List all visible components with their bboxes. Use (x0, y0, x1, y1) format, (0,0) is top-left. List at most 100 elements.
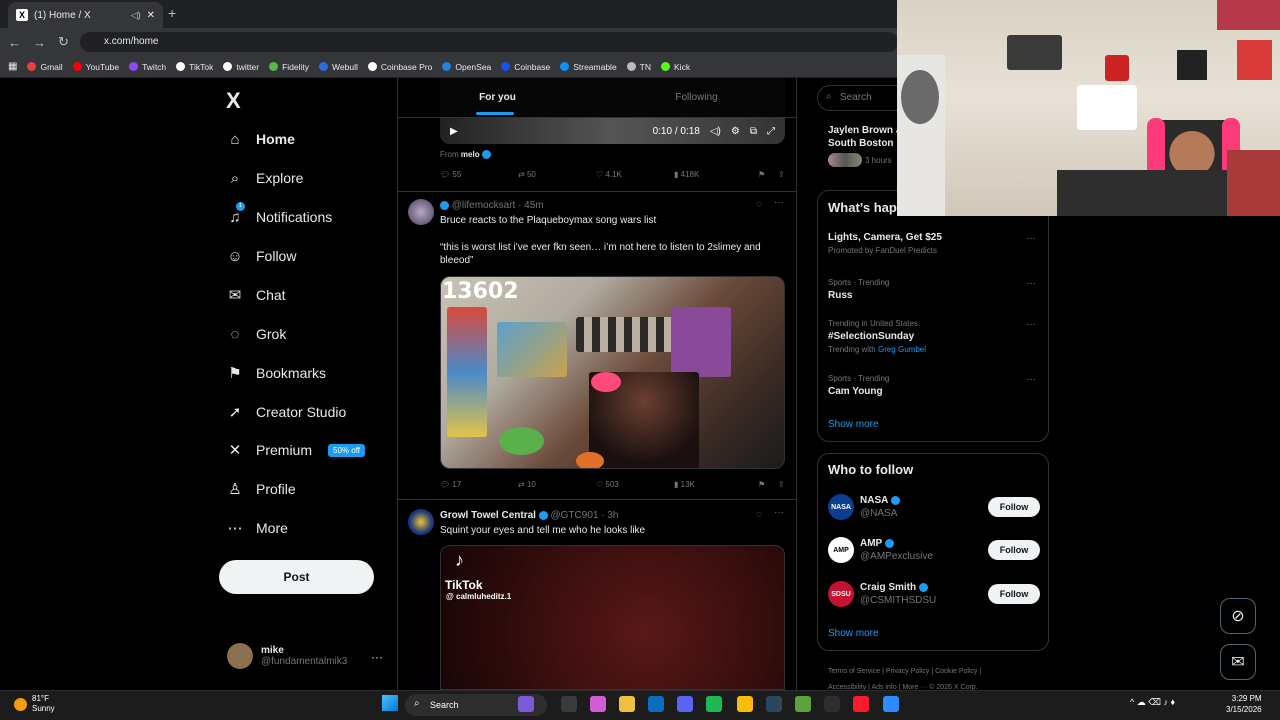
trend-item[interactable]: Sports · Trending Cam Young (828, 374, 889, 400)
bookmark-streamable[interactable]: Streamable (560, 62, 617, 72)
bookmark-coinbase[interactable]: Coinbase (501, 62, 550, 72)
messages-fab-icon[interactable]: ✉ (1220, 644, 1256, 680)
post-image[interactable] (440, 276, 785, 469)
repost-button[interactable]: ⇄ 10 (518, 480, 596, 489)
post-video[interactable] (440, 545, 785, 690)
follow-suggestion[interactable]: SDSU Craig Smith @CSMITHSDSU Follow (828, 581, 1040, 607)
bookmark-fidelity[interactable]: Fidelity (269, 62, 309, 72)
discord-icon[interactable] (677, 696, 693, 712)
follow-show-more[interactable]: Show more (828, 628, 879, 639)
speaker-icon[interactable]: ◁) (131, 10, 141, 21)
account-more-icon[interactable]: ··· (371, 650, 383, 664)
sidebar-item-grok[interactable]: ◌ Grok (226, 322, 287, 346)
post-avatar[interactable] (408, 199, 434, 225)
bookmark-opensea[interactable]: OpenSea (442, 62, 491, 72)
close-tab-icon[interactable]: ✕ (147, 10, 155, 21)
reload-icon[interactable]: ↻ (58, 34, 69, 50)
views-button[interactable]: ▮ 13K (674, 480, 758, 489)
views-button[interactable]: ▮ 418K (674, 170, 758, 179)
follow-button[interactable]: Follow (988, 584, 1040, 604)
forward-icon[interactable]: → (33, 35, 46, 50)
address-bar[interactable]: x.com/home (80, 32, 898, 52)
sidebar-item-bookmarks[interactable]: ⚑ Bookmarks (226, 361, 326, 385)
trend-more-icon[interactable]: ··· (1026, 374, 1036, 385)
weather-widget[interactable]: 81°F Sunny (14, 694, 55, 714)
fullscreen-icon[interactable]: ⤢ (767, 126, 775, 137)
copilot-app-icon[interactable] (590, 696, 606, 712)
bookmark-icon[interactable]: ⚑ (758, 170, 778, 179)
bookmark-tn[interactable]: TN (626, 62, 651, 72)
repost-button[interactable]: ⇄ 50 (518, 170, 596, 179)
post-button[interactable]: Post (219, 560, 374, 594)
bookmark-tiktok[interactable]: TikTok (176, 62, 213, 72)
trend-item[interactable]: Lights, Camera, Get $25 Promoted by FanDu… (828, 229, 942, 255)
sidebar-item-explore[interactable]: ⌕ Explore (226, 166, 304, 190)
reply-button[interactable]: 💬︎ 55 (440, 170, 518, 179)
trend-more-icon[interactable]: ··· (1026, 319, 1036, 330)
top-trend[interactable]: Jaylen Brown J South Boston I (828, 124, 901, 150)
trend-item[interactable]: Trending in United States #SelectionSunda… (828, 319, 926, 354)
steam-icon[interactable] (766, 696, 782, 712)
minecraft-icon[interactable] (795, 696, 811, 712)
post-handle[interactable]: @lifemocksart (452, 200, 516, 211)
sidebar-item-more[interactable]: ⋯ More (226, 516, 288, 540)
share-icon[interactable]: ⇪ (778, 170, 785, 179)
sidebar-item-follow[interactable]: ☺ Follow (226, 244, 296, 268)
obs-icon[interactable] (824, 696, 840, 712)
from-name[interactable]: melo (461, 150, 480, 159)
follow-button[interactable]: Follow (988, 540, 1040, 560)
share-icon[interactable]: ⇪ (778, 480, 785, 489)
sidebar-item-premium[interactable]: ✕ Premium 50% off (226, 438, 365, 462)
windows-start-icon[interactable] (382, 695, 398, 711)
settings-icon[interactable]: ⚙ (731, 126, 740, 137)
bookmark-twitch[interactable]: Twitch (129, 62, 166, 72)
account-switcher[interactable]: mike @fundamentalmik3 (227, 643, 347, 669)
bookmark-youtube[interactable]: YouTube (72, 62, 119, 72)
clock[interactable]: 3:29 PM 3/15/2026 (1226, 693, 1262, 715)
tab-following[interactable]: Following (597, 78, 796, 117)
post-more-icon[interactable]: ··· (774, 197, 784, 208)
copilot-icon[interactable] (518, 696, 534, 712)
post-handle[interactable]: @GTC901 (551, 510, 599, 521)
zoom-icon[interactable] (883, 696, 899, 712)
footer-row[interactable]: Terms of Service | Privacy Policy | Cook… (828, 664, 1048, 680)
x-logo-icon[interactable]: X (226, 88, 241, 114)
suggestion-name[interactable]: Craig Smith (860, 582, 916, 593)
sidebar-item-notifications[interactable]: ♫ Notifications 1 (226, 202, 332, 229)
bookmark-icon[interactable]: ⚑ (758, 480, 778, 489)
bookmark-webull[interactable]: Webull (319, 62, 358, 72)
suggestion-avatar[interactable]: SDSU (828, 581, 854, 607)
like-button[interactable]: ♡ 503 (596, 480, 674, 489)
new-tab-button[interactable]: + (168, 5, 176, 21)
folder-icon[interactable] (619, 696, 635, 712)
post-author[interactable]: Growl Towel Central (440, 510, 536, 521)
reply-button[interactable]: 💬︎ 17 (440, 480, 518, 489)
post-avatar[interactable] (408, 509, 434, 535)
bookmark-gmail[interactable]: Gmail (27, 62, 63, 72)
grok-icon[interactable]: ◌ (756, 509, 762, 520)
follow-button[interactable]: Follow (988, 497, 1040, 517)
grok-fab-icon[interactable]: ⊘ (1220, 598, 1256, 634)
tab-for-you[interactable]: For you (398, 78, 597, 117)
spotify-icon[interactable] (706, 696, 722, 712)
trend-more-icon[interactable]: ··· (1026, 233, 1036, 244)
trends-show-more[interactable]: Show more (828, 419, 879, 430)
bookmark-kick[interactable]: Kick (661, 62, 690, 72)
post-more-icon[interactable]: ··· (774, 507, 784, 518)
suggestion-avatar[interactable]: AMP (828, 537, 854, 563)
file-explorer-icon[interactable] (561, 696, 577, 712)
system-tray[interactable]: ^ ☁ ⌫ ♪ ♦ (1130, 697, 1175, 708)
follow-suggestion[interactable]: NASA NASA @NASA Follow (828, 494, 1040, 520)
sidebar-item-creator-studio[interactable]: ➚ Creator Studio (226, 400, 347, 424)
sidebar-item-home[interactable]: ⌂ Home (226, 127, 294, 151)
apps-icon[interactable]: ▦ (8, 61, 17, 72)
opera-icon[interactable] (853, 696, 869, 712)
like-button[interactable]: ♡ 4.1K (596, 170, 674, 179)
pip-icon[interactable]: ⧉ (750, 126, 757, 137)
browser-tab[interactable]: X (1) Home / X ◁) ✕ (8, 2, 163, 28)
suggestion-name[interactable]: AMP (860, 538, 882, 549)
trend-more-icon[interactable]: ··· (1026, 278, 1036, 289)
suggestion-avatar[interactable]: NASA (828, 494, 854, 520)
volume-icon[interactable]: ◁) (710, 126, 721, 137)
grok-icon[interactable]: ◌ (756, 199, 762, 210)
